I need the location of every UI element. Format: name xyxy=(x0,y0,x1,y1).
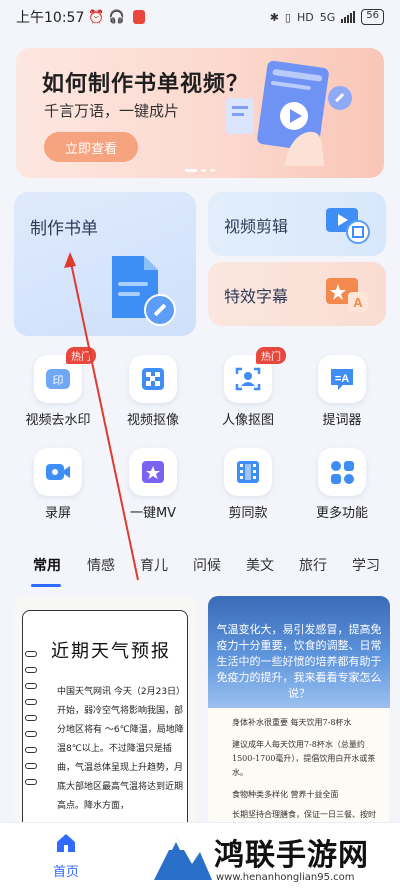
card-title: 近期天气预报 xyxy=(51,641,171,662)
card-header-text: 气温变化大，易引发感冒，提高免疫力十分重要，饮食的调整、日常生活中的一些好惯的培… xyxy=(216,623,382,700)
nav-home[interactable]: 首页 xyxy=(46,831,86,880)
tab-prose[interactable]: 美文 xyxy=(246,555,274,575)
video-edit-card[interactable]: 视频剪辑 xyxy=(208,192,386,256)
tool-same-template[interactable]: 剪同款 xyxy=(203,448,293,521)
banner-view-button[interactable]: 立即查看 xyxy=(44,132,138,162)
alarm-icon: ⏰ xyxy=(88,9,105,25)
active-tab-indicator xyxy=(31,584,61,587)
special-subtitle-label: 特效字幕 xyxy=(224,287,289,306)
notebook-frame: 近期天气预报 中国天气网讯 今天（2月23日）开始，弱冷空气将影响我国，部分地区… xyxy=(22,610,188,826)
tool-video-matting[interactable]: 视频抠像 xyxy=(108,355,198,428)
tool-portrait-cutout[interactable]: 热门 人像抠图 xyxy=(203,347,293,428)
document-edit-icon xyxy=(112,256,176,326)
portrait-icon: 热门 xyxy=(224,347,286,403)
template-card-health[interactable]: 气温变化大，易引发感冒，提高免疫力十分重要，饮食的调整、日常生活中的一些好惯的培… xyxy=(208,596,390,826)
nav-home-label: 首页 xyxy=(52,865,79,880)
app-notification-icon xyxy=(132,10,145,24)
bluetooth-icon: ✱ xyxy=(269,10,279,24)
banner-pagination xyxy=(185,169,215,172)
template-card-weather[interactable]: 近期天气预报 中国天气网讯 今天（2月23日）开始，弱冷空气将影响我国，部分地区… xyxy=(14,596,196,826)
record-icon xyxy=(34,448,82,496)
article-line: 身体补水很重要 每天饮用7-8杯水 xyxy=(232,718,352,727)
promo-banner[interactable]: 如何制作书单视频？ 千言万语，一键成片 立即查看 xyxy=(16,48,384,178)
signal-icon xyxy=(341,11,356,23)
template-icon xyxy=(224,448,272,496)
card-body: 中国天气网讯 今天（2月23日）开始，弱冷空气将影响我国，部分地区将有 ～6℃降… xyxy=(57,687,186,811)
book-video-illustration-icon xyxy=(226,60,352,166)
tool-label: 更多功能 xyxy=(315,506,368,521)
hd-label: HD xyxy=(296,10,314,24)
article-line: 建议成年人每天饮用7-8杯水（总量约1500-1700毫升），提倡饮用白开水或茶… xyxy=(232,740,376,777)
teleprompter-icon: =A xyxy=(318,355,366,403)
tool-teleprompter[interactable]: =A 提词器 xyxy=(297,355,387,428)
site-watermark: 鸿联手游网 www.henanhonglian95.com xyxy=(150,826,400,889)
tool-label: 视频抠像 xyxy=(126,413,179,428)
spiral-binding-icon xyxy=(25,651,39,795)
card-article: 身体补水很重要 每天饮用7-8杯水 建议成年人每天饮用7-8杯水（总量约1500… xyxy=(232,716,382,826)
tab-common[interactable]: 常用 xyxy=(33,555,61,575)
tool-label: 录屏 xyxy=(44,506,71,521)
tool-label: 人像抠图 xyxy=(221,413,274,428)
hot-badge: 热门 xyxy=(66,347,96,364)
tool-more-features[interactable]: 更多功能 xyxy=(297,448,387,521)
video-crop-icon xyxy=(326,208,370,244)
status-bar: 上午10:57 ⏰ 🎧 ✱ ▯ HD 5G 56 xyxy=(0,0,400,34)
tool-screen-record[interactable]: 录屏 xyxy=(13,448,103,521)
svg-text:A: A xyxy=(353,295,363,310)
banner-title: 如何制作书单视频？ xyxy=(42,72,250,97)
card-header-image: 气温变化大，易引发感冒，提高免疫力十分重要，饮食的调整、日常生活中的一些好惯的培… xyxy=(208,596,390,708)
matting-icon xyxy=(129,355,177,403)
make-booklist-label: 制作书单 xyxy=(30,219,98,239)
more-icon xyxy=(318,448,366,496)
watermark-icon: 印 热门 xyxy=(34,347,96,403)
tab-study[interactable]: 学习 xyxy=(352,555,380,575)
category-tabs: 常用 情感 育儿 问候 美文 旅行 学习 xyxy=(0,555,400,589)
make-booklist-card[interactable]: 制作书单 xyxy=(14,192,196,336)
tool-one-click-mv[interactable]: 一键MV xyxy=(108,448,198,521)
network-label: 5G xyxy=(319,10,336,24)
tool-label: 剪同款 xyxy=(228,506,268,521)
video-edit-label: 视频剪辑 xyxy=(224,217,289,236)
battery-indicator: 56 xyxy=(361,9,384,25)
special-subtitle-card[interactable]: 特效字幕 A xyxy=(208,262,386,326)
tool-remove-watermark[interactable]: 印 热门 视频去水印 xyxy=(13,347,103,428)
vibrate-icon: ▯ xyxy=(284,10,291,24)
tool-label: 视频去水印 xyxy=(25,413,91,428)
text-effect-icon: A xyxy=(326,278,368,312)
home-icon xyxy=(57,834,75,852)
banner-subtitle: 千言万语，一键成片 xyxy=(44,102,180,120)
tab-greetings[interactable]: 问候 xyxy=(193,555,221,575)
tab-parenting[interactable]: 育儿 xyxy=(140,555,168,575)
tool-label: 提词器 xyxy=(322,413,362,428)
tab-emotion[interactable]: 情感 xyxy=(87,555,115,575)
watermark-url: www.henanhonglian95.com xyxy=(216,872,355,883)
svg-text:=A: =A xyxy=(335,373,349,385)
tab-travel[interactable]: 旅行 xyxy=(299,555,327,575)
svg-text:印: 印 xyxy=(53,374,64,387)
watermark-logo-icon xyxy=(154,836,212,880)
mv-icon xyxy=(129,448,177,496)
headphones-icon: 🎧 xyxy=(108,9,125,25)
watermark-text: 鸿联手游网 xyxy=(214,838,369,873)
tool-label: 一键MV xyxy=(129,506,177,521)
status-time: 上午10:57 xyxy=(16,10,85,26)
hot-badge: 热门 xyxy=(256,347,286,364)
article-line: 食物种类多样化 营养十益全面 xyxy=(232,790,339,799)
